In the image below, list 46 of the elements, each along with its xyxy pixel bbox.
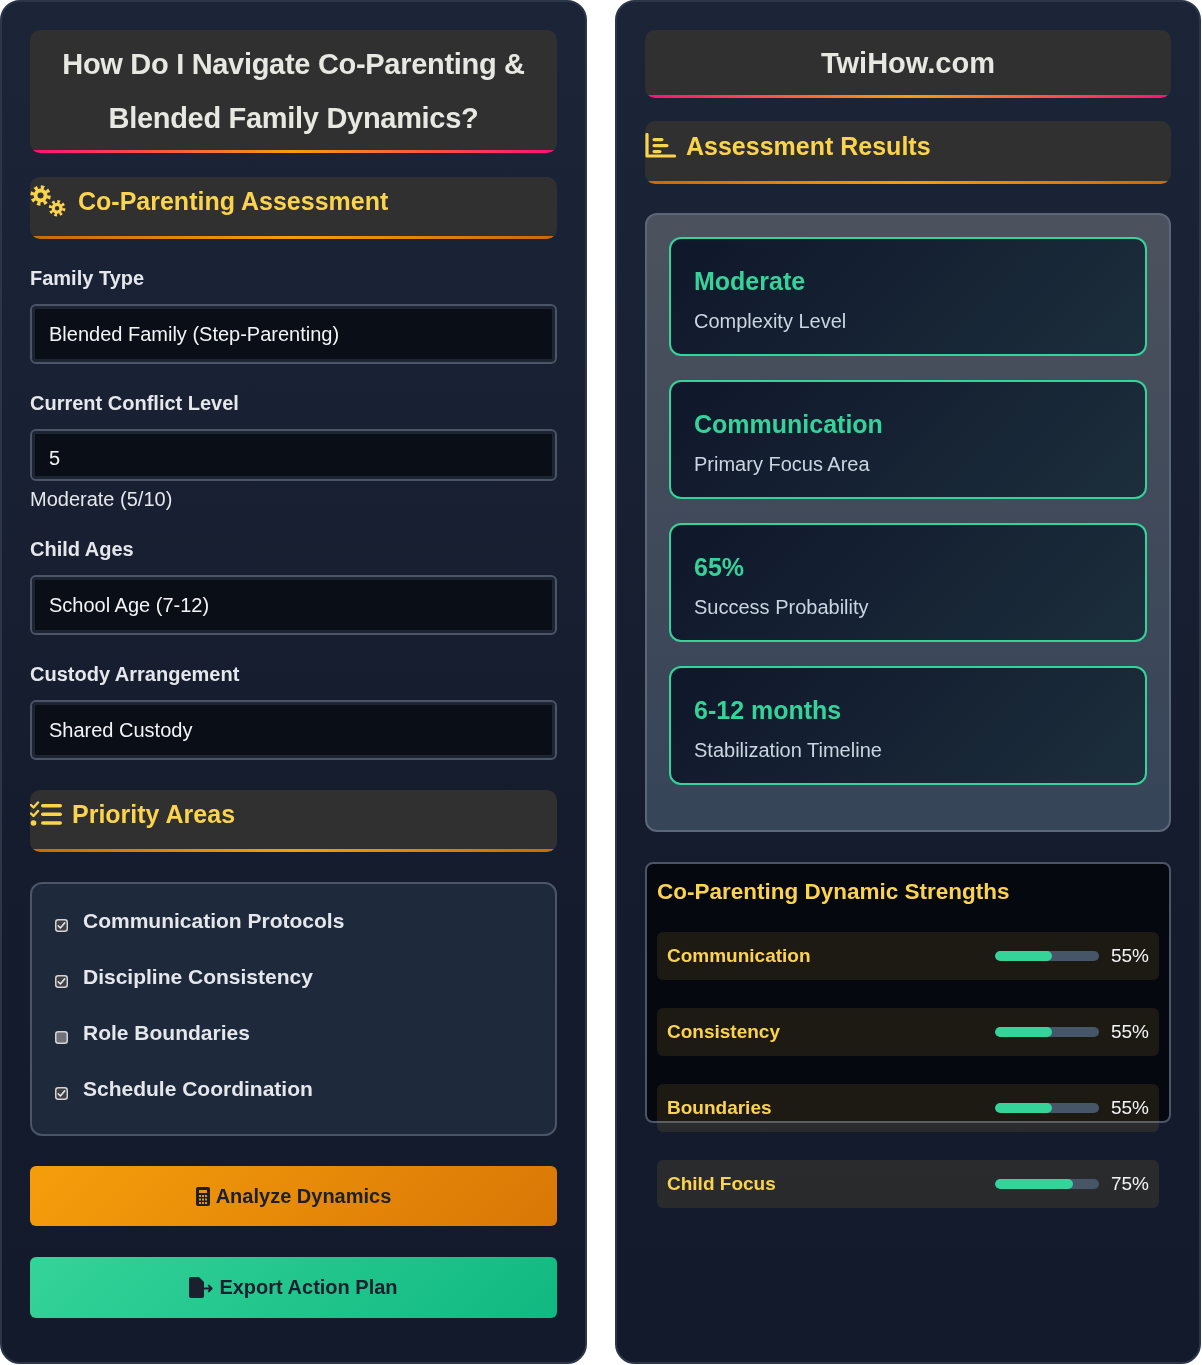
calculator-icon [195, 1186, 210, 1206]
section-title: Priority Areas [72, 799, 236, 829]
strength-label: Boundaries [667, 1097, 773, 1119]
checkbox[interactable] [55, 974, 68, 988]
strength-percent: 55% [1109, 945, 1149, 967]
result-value: Moderate [694, 266, 807, 296]
action-button[interactable]: Analyze Dynamics [30, 1166, 557, 1226]
strengths-title: Co-Parenting Dynamic Strengths [657, 878, 1011, 906]
checkbox-label: Schedule Coordination [83, 1077, 313, 1101]
action-button[interactable]: Export Action Plan [30, 1257, 557, 1318]
number-field[interactable]: 5 [30, 429, 557, 481]
strength-percent: 75% [1109, 1173, 1149, 1195]
site-title: TwiHow.com [821, 45, 995, 81]
select-field[interactable]: Shared Custody [30, 700, 557, 760]
select-field[interactable]: School Age (7-12) [30, 575, 557, 635]
result-label: Success Probability [694, 595, 870, 619]
bar-chart-icon [645, 133, 676, 159]
field-label: Current Conflict Level [30, 391, 240, 415]
checkbox-label: Communication Protocols [83, 909, 345, 933]
checkbox-label: Role Boundaries [83, 1021, 250, 1045]
result-value: 6-12 months [694, 695, 843, 725]
checkbox-label: Discipline Consistency [83, 965, 313, 989]
result-value: 65% [694, 552, 746, 582]
result-label: Stabilization Timeline [694, 738, 883, 762]
file-export-icon [189, 1277, 214, 1298]
result-label: Primary Focus Area [694, 452, 871, 476]
field-label: Family Type [30, 266, 146, 290]
strength-label: Consistency [667, 1021, 781, 1043]
strength-label: Child Focus [667, 1173, 777, 1195]
checklist-icon [30, 801, 62, 827]
checkbox[interactable] [55, 918, 68, 932]
field-label: Custody Arrangement [30, 662, 241, 686]
field-label: Child Ages [30, 537, 135, 561]
result-label: Complexity Level [694, 309, 848, 333]
checkbox[interactable] [55, 1086, 68, 1100]
select-field[interactable]: Blended Family (Step-Parenting) [30, 304, 557, 364]
checkbox[interactable] [55, 1030, 68, 1044]
page-title: How Do I Navigate Co-Parenting & Blended Family Dynamics? [61, 47, 526, 136]
strength-label: Communication [667, 945, 812, 967]
gears-icon [30, 185, 66, 217]
strength-percent: 55% [1109, 1097, 1149, 1119]
level-caption: Moderate (5/10) [30, 488, 174, 510]
section-title: Assessment Results [686, 131, 931, 161]
section-title: Co-Parenting Assessment [78, 186, 389, 216]
strength-percent: 55% [1109, 1021, 1149, 1043]
result-value: Communication [694, 409, 884, 439]
